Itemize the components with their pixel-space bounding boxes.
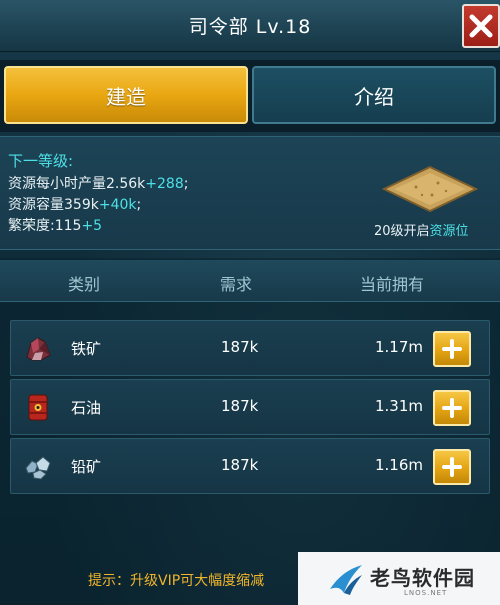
header-required: 需求	[220, 275, 253, 294]
plus-icon	[442, 398, 462, 418]
header-category: 类别	[68, 275, 101, 294]
table-row: 铅矿 187k 1.16m	[10, 438, 490, 494]
resource-plot-tile-icon	[382, 165, 478, 213]
bird-logo-icon	[330, 565, 362, 595]
production-rate-label: 资源每小时产量2.56k	[8, 176, 146, 192]
dialog-header: 司令部 Lv.18	[0, 0, 500, 52]
resource-owned: 1.16m	[374, 456, 423, 474]
add-lead-button[interactable]	[433, 449, 471, 485]
resource-required: 187k	[221, 397, 259, 415]
capacity-stat: 资源容量359k+40k;	[8, 194, 141, 214]
resource-name: 石油	[71, 399, 102, 417]
production-rate-increase: +288	[145, 176, 184, 192]
unlock-highlight: 资源位	[429, 224, 469, 239]
prosperity-increase: +5	[81, 218, 103, 234]
plus-icon	[442, 339, 462, 359]
add-iron-button[interactable]	[433, 331, 471, 367]
resource-required: 187k	[221, 456, 259, 474]
resource-required: 187k	[221, 338, 259, 356]
table-row: 铁矿 187k 1.17m	[10, 320, 490, 376]
next-level-heading: 下一等级:	[8, 152, 74, 170]
watermark-subtext: LNOS.NET	[404, 589, 448, 597]
iron-ore-icon	[26, 337, 51, 361]
prosperity-stat: 繁荣度:115+5	[8, 215, 102, 235]
oil-barrel-icon	[28, 394, 48, 421]
tab-intro[interactable]: 介绍	[252, 66, 496, 124]
plus-icon	[442, 457, 462, 477]
production-rate-suffix: ;	[183, 176, 189, 192]
unlock-note: 20级开启资源位	[374, 220, 469, 239]
capacity-increase: +40k	[98, 197, 137, 213]
close-icon	[469, 14, 493, 38]
vip-tip: 提示：升级VIP可大幅度缩减	[88, 573, 265, 589]
production-rate-stat: 资源每小时产量2.56k+288;	[8, 173, 188, 193]
add-oil-button[interactable]	[433, 390, 471, 426]
watermark-text: 老鸟软件园	[370, 566, 475, 590]
header-owned: 当前拥有	[360, 275, 425, 294]
resource-name: 铁矿	[71, 340, 102, 358]
table-row: 石油 187k 1.31m	[10, 379, 490, 435]
resource-owned: 1.17m	[374, 338, 423, 356]
resource-name: 铅矿	[71, 458, 102, 476]
capacity-suffix: ;	[136, 197, 142, 213]
close-button[interactable]	[462, 4, 500, 48]
lead-ore-icon	[25, 456, 51, 480]
building-upgrade-dialog: 司令部 Lv.18 建造 介绍 下一等级: 资源每小时产量2.56k+288; …	[0, 0, 500, 605]
capacity-label: 资源容量359k	[8, 197, 99, 213]
prosperity-label: 繁荣度:115	[8, 218, 82, 234]
unlock-prefix: 20级开启	[374, 224, 430, 239]
resource-owned: 1.31m	[374, 397, 423, 415]
dialog-title: 司令部 Lv.18	[188, 16, 312, 38]
tab-build[interactable]: 建造	[4, 66, 248, 124]
